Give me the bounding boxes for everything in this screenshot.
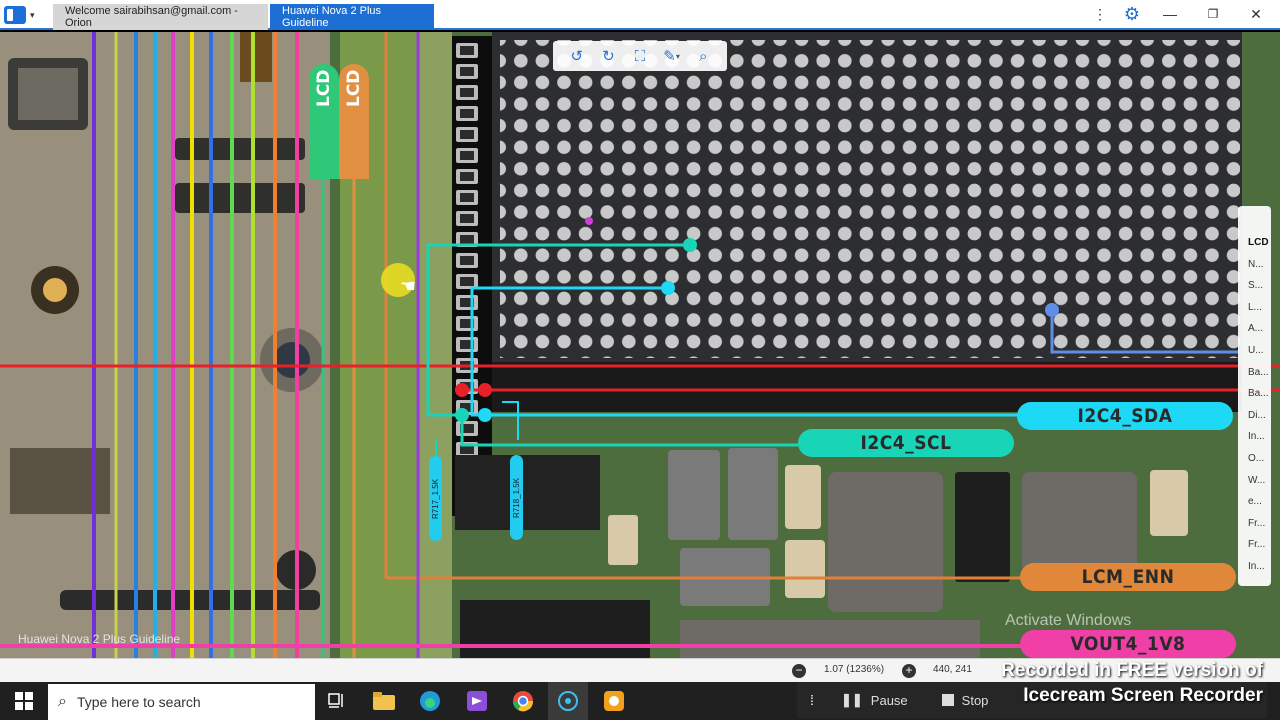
fit-screen-icon[interactable]: ⛶ — [629, 45, 651, 67]
net-list-panel: LCD N... S... L... A... U... Ba... Ba...… — [1238, 206, 1271, 586]
sidebar-toggle-icon — [4, 6, 26, 24]
net-list-item[interactable]: W... — [1238, 470, 1271, 492]
net-list-item[interactable]: Di... — [1238, 405, 1271, 427]
net-list-item[interactable]: O... — [1238, 448, 1271, 470]
draw-icon[interactable]: ✎ ▾ — [661, 45, 683, 67]
windows-start-icon[interactable] — [8, 682, 40, 720]
recorder-icon[interactable] — [594, 682, 634, 720]
net-list-item[interactable]: A... — [1238, 318, 1271, 340]
lcd-tag-orange: LCD — [339, 64, 369, 179]
net-list-item[interactable]: Ba... — [1238, 362, 1271, 384]
resistor-label-text: R718_1.5K — [512, 477, 521, 518]
net-list-item[interactable]: In... — [1238, 426, 1271, 448]
close-icon[interactable]: ✕ — [1245, 4, 1267, 24]
view-toolbar: ↺ ↻ ⛶ ✎ ▾ ⌕ — [553, 41, 727, 71]
net-label-i2c4-scl[interactable]: I2C4_SCL — [798, 429, 1014, 457]
recorder-watermark: Recorded in FREE version of Icecream Scr… — [975, 658, 1263, 708]
net-label-i2c4-sda[interactable]: I2C4_SDA — [1017, 402, 1233, 430]
net-list-item[interactable]: e... — [1238, 491, 1271, 513]
lcd-tag-label: LCD — [344, 70, 364, 108]
board-viewer[interactable]: ☚ LCD LCD R717_1.5K R718_1.5K I2C4_SDA I… — [0, 32, 1280, 658]
minimize-icon[interactable]: — — [1159, 4, 1181, 24]
resistor-label-r718: R718_1.5K — [510, 455, 523, 540]
net-list-item[interactable]: In... — [1238, 556, 1271, 578]
activate-windows-text: Activate Windows — [1005, 612, 1132, 629]
net-label-vout4-1v8[interactable]: VOUT4_1V8 — [1020, 630, 1236, 658]
net-list-item[interactable]: S... — [1238, 275, 1271, 297]
guideline-watermark: Huawei Nova 2 Plus Guideline — [18, 632, 181, 646]
title-bar: ▾ Welcome sairabihsan@gmail.com - Orion … — [0, 0, 1280, 30]
pause-label: Pause — [870, 692, 908, 708]
tab-welcome-label: Welcome sairabihsan@gmail.com - Orion — [65, 5, 238, 29]
kebab-icon[interactable]: ⋮ — [1089, 4, 1111, 24]
cursor-coordinates: 440, 241 — [933, 664, 972, 675]
resistor-label-r717: R717_1.5K — [429, 456, 442, 541]
chevron-down-icon: ▾ — [30, 9, 35, 20]
zoom-in-icon[interactable]: + — [902, 664, 916, 678]
maximize-icon[interactable]: ❐ — [1202, 4, 1224, 24]
edge-icon[interactable] — [410, 682, 450, 720]
net-label-text: I2C4_SDA — [1077, 405, 1173, 427]
rotate-right-icon[interactable]: ↻ — [597, 45, 619, 67]
net-label-text: VOUT4_1V8 — [1070, 633, 1186, 655]
tab-welcome[interactable]: Welcome sairabihsan@gmail.com - Orion — [53, 4, 268, 30]
recorder-watermark-line1: Recorded in FREE version of — [1001, 660, 1263, 681]
lcd-tag-label: LCD — [314, 70, 334, 108]
resistor-label-text: R717_1.5K — [431, 478, 440, 519]
stop-icon — [941, 694, 954, 706]
rotate-left-icon[interactable]: ↺ — [566, 45, 588, 67]
chrome-icon[interactable] — [503, 682, 543, 720]
net-list-item[interactable]: Fr... — [1238, 534, 1271, 556]
gear-icon[interactable]: ⚙ — [1121, 4, 1143, 24]
pause-icon: ❚❚ — [841, 692, 863, 707]
search-icon: ⌕ — [58, 693, 67, 710]
lcd-tag-green: LCD — [309, 64, 339, 179]
visual-studio-icon[interactable] — [457, 682, 497, 720]
net-list-item[interactable]: U... — [1238, 340, 1271, 362]
zoom-level: 1.07 (1236%) — [824, 664, 885, 675]
tab-guideline-label: Huawei Nova 2 Plus Guideline — [282, 5, 382, 29]
file-explorer-icon[interactable] — [364, 682, 404, 720]
net-label-text: I2C4_SCL — [860, 432, 952, 454]
drag-handle-icon[interactable]: ⁞ — [797, 692, 827, 708]
net-label-text: LCM_ENN — [1081, 566, 1175, 588]
task-view-icon[interactable] — [317, 682, 357, 720]
app-menu-button[interactable]: ▾ — [4, 4, 44, 26]
recorder-watermark-line2: Icecream Screen Recorder — [1023, 685, 1263, 706]
pause-button[interactable]: ❚❚ Pause — [841, 692, 908, 708]
net-list-item[interactable]: Ba... — [1238, 383, 1271, 405]
svg-text:☚: ☚ — [400, 276, 416, 297]
zoom-out-icon[interactable]: − — [792, 664, 806, 678]
net-list-item[interactable]: N... — [1238, 254, 1271, 276]
net-list-item[interactable]: L... — [1238, 297, 1271, 319]
search-placeholder: Type here to search — [76, 694, 201, 710]
tab-guideline[interactable]: Huawei Nova 2 Plus Guideline — [270, 4, 434, 30]
net-list-item[interactable]: LCD — [1238, 232, 1271, 254]
app-icon[interactable] — [548, 682, 588, 720]
taskbar-search-box[interactable]: ⌕ Type here to search — [48, 684, 315, 720]
net-label-lcm-enn[interactable]: LCM_ENN — [1020, 563, 1236, 591]
net-list-item[interactable]: Fr... — [1238, 513, 1271, 535]
zoom-icon[interactable]: ⌕ — [692, 45, 714, 67]
